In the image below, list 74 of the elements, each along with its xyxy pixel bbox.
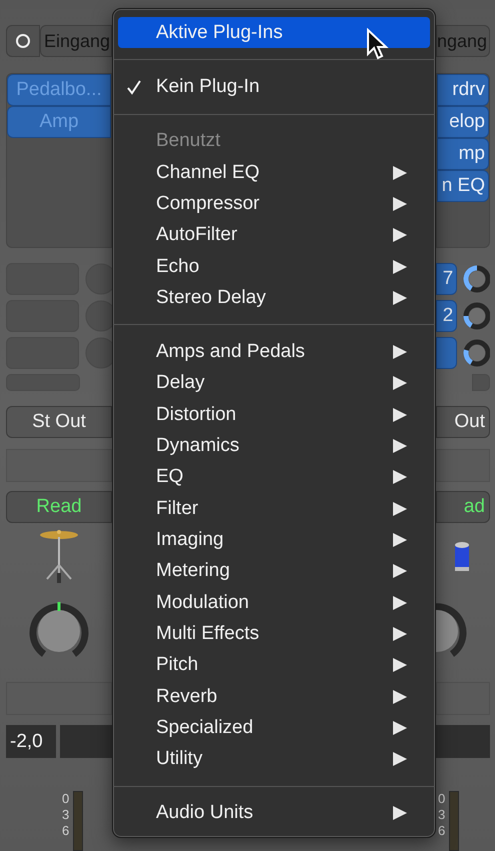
menu-item[interactable]: Pitch — [118, 650, 430, 681]
submenu-arrow-icon — [392, 290, 408, 306]
submenu-arrow-icon — [392, 438, 408, 454]
menu-item[interactable]: Aktive Plug-Ins — [118, 17, 430, 48]
menu-item[interactable]: Stereo Delay — [118, 282, 430, 314]
output-button[interactable]: St Out — [6, 406, 112, 438]
plugin-slot[interactable]: mp — [437, 138, 489, 170]
submenu-arrow-icon — [392, 406, 408, 423]
submenu-arrow-icon — [392, 344, 408, 360]
submenu-arrow-icon — [392, 720, 408, 736]
menu-item[interactable]: AutoFilter — [118, 220, 430, 251]
send-knob[interactable] — [463, 339, 490, 367]
submenu-arrow-icon — [392, 164, 408, 181]
meter-scale-label: 6 — [438, 823, 446, 839]
input-monitor-button[interactable] — [6, 25, 40, 57]
meter-scale-label: 3 — [62, 807, 70, 823]
level-meter — [73, 791, 84, 851]
menu-item[interactable]: Modulation — [118, 586, 430, 618]
submenu-arrow-icon — [392, 626, 408, 642]
automation-button[interactable]: Read — [6, 491, 112, 523]
menu-item[interactable]: Filter — [118, 493, 430, 524]
menu-item[interactable]: Imaging — [118, 524, 430, 556]
menu-item[interactable]: Metering — [118, 556, 430, 587]
send-slot[interactable]: 7 — [436, 263, 458, 295]
send-knob[interactable] — [463, 302, 490, 330]
circle-icon — [15, 33, 31, 49]
menu-item[interactable]: Specialized — [118, 712, 430, 744]
plugin-slot[interactable]: rdrv — [437, 74, 489, 106]
menu-item[interactable]: Kein Plug-In — [118, 71, 430, 103]
menu-item[interactable]: Audio Units — [118, 798, 430, 830]
menu-item[interactable]: Delay — [118, 368, 430, 400]
submenu-arrow-icon — [392, 532, 408, 548]
checkmark-icon — [126, 78, 142, 95]
menu-item[interactable]: EQ — [118, 462, 430, 494]
menu-item[interactable]: Multi Effects — [118, 618, 430, 650]
meter-scale-label: 0 — [438, 791, 446, 807]
meter-scale-label: 6 — [62, 823, 70, 839]
mouse-cursor-icon — [366, 28, 390, 62]
submenu-arrow-icon — [392, 375, 408, 392]
plugin-slot[interactable]: elop — [437, 106, 489, 138]
submenu-arrow-icon — [392, 227, 408, 244]
send-knob[interactable] — [463, 265, 490, 293]
menu-item[interactable]: Channel EQ — [118, 156, 430, 188]
menu-item[interactable]: Reverb — [118, 680, 430, 712]
submenu-arrow-icon — [392, 594, 408, 611]
output-button[interactable]: Out — [436, 406, 490, 438]
meter-scale-label: 0 — [62, 791, 70, 807]
submenu-arrow-icon — [392, 500, 408, 517]
drum-icon — [455, 540, 471, 574]
menu-item[interactable]: Compressor — [118, 188, 430, 220]
meter-scale-label: 3 — [438, 807, 446, 823]
submenu-arrow-icon — [392, 688, 408, 705]
send-slot[interactable]: 2 — [436, 300, 458, 332]
volume-value[interactable]: -2,0 — [6, 725, 56, 758]
submenu-arrow-icon — [392, 751, 408, 768]
submenu-arrow-icon — [392, 469, 408, 486]
automation-button[interactable]: ad — [436, 491, 490, 523]
menu-item[interactable]: Utility — [118, 744, 430, 775]
menu-header: Benutzt — [155, 129, 222, 154]
submenu-arrow-icon — [392, 258, 408, 274]
empty-slot — [436, 449, 490, 482]
menu-item[interactable]: Amps and Pedals — [118, 336, 430, 368]
level-meter — [449, 791, 460, 851]
submenu-arrow-icon — [392, 805, 408, 822]
menu-item[interactable]: Echo — [118, 250, 430, 282]
submenu-arrow-icon — [392, 196, 408, 212]
menu-item[interactable]: Distortion — [118, 399, 430, 430]
cymbal-icon — [39, 529, 79, 585]
menu-item[interactable]: Dynamics — [118, 430, 430, 462]
empty-slot — [436, 682, 490, 715]
submenu-arrow-icon — [392, 563, 408, 580]
submenu-arrow-icon — [392, 657, 408, 674]
send-slot[interactable] — [436, 337, 458, 369]
plugin-slot[interactable]: n EQ — [437, 170, 489, 202]
